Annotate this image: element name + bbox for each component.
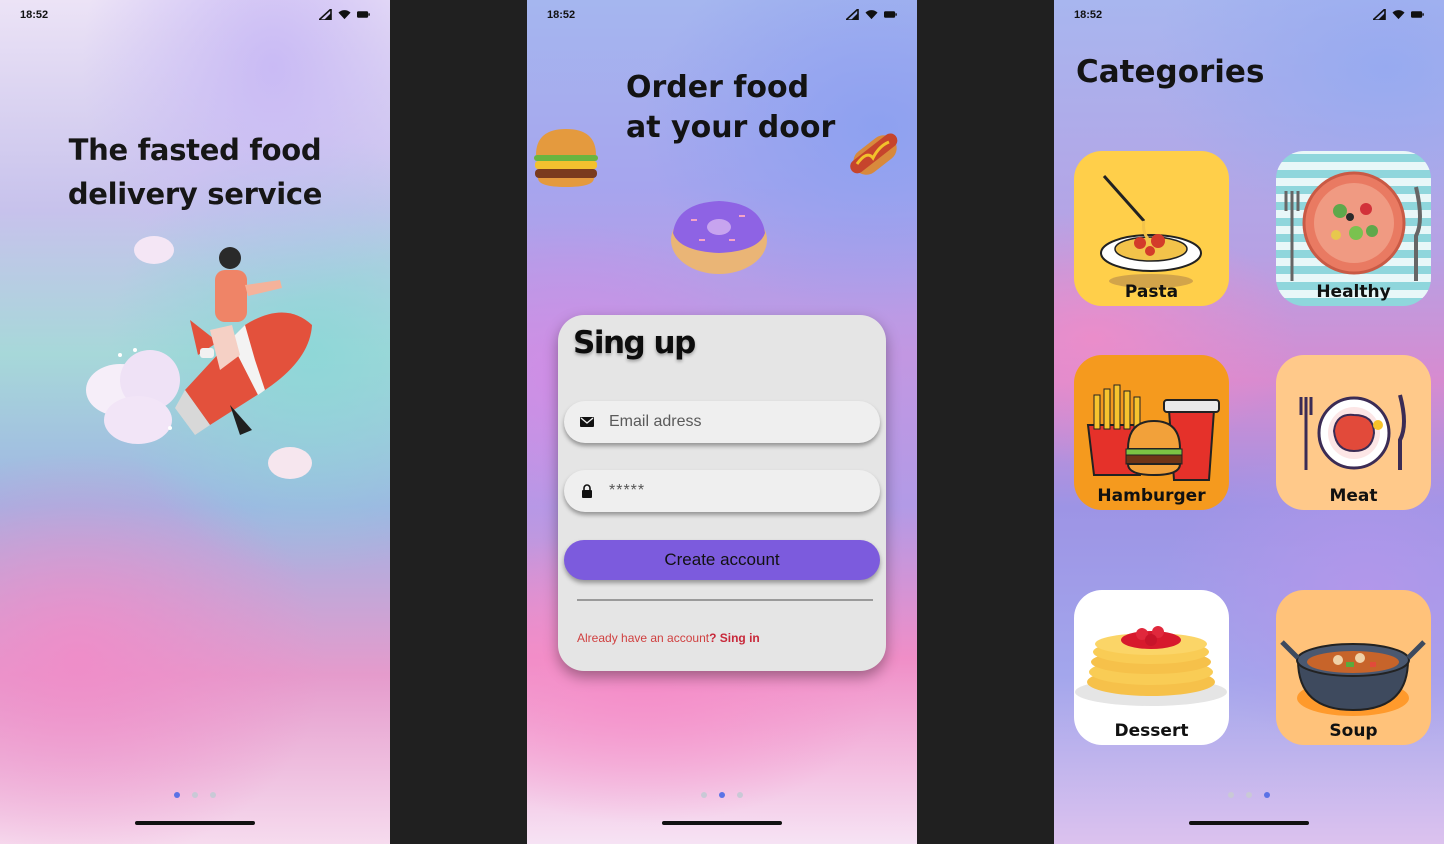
category-tile-dessert[interactable]: Dessert — [1074, 590, 1229, 745]
signin-link[interactable]: ? Sing in — [709, 631, 760, 645]
page-dot-3[interactable] — [210, 792, 216, 798]
page-dot-1[interactable] — [1228, 792, 1234, 798]
page-indicator — [527, 792, 917, 798]
category-tile-soup[interactable]: Soup — [1276, 590, 1431, 745]
burger-icon — [534, 129, 598, 187]
cellular-signal-icon — [1373, 9, 1386, 20]
page-dot-2[interactable] — [192, 792, 198, 798]
home-indicator[interactable] — [1189, 821, 1309, 825]
home-indicator[interactable] — [135, 821, 255, 825]
battery-icon — [357, 11, 370, 18]
email-field[interactable] — [564, 401, 880, 443]
create-account-button[interactable]: Create account — [564, 540, 880, 580]
lock-icon — [582, 484, 592, 498]
status-bar: 18:52 — [527, 0, 917, 30]
signup-title: Sing up — [573, 325, 696, 361]
category-label: Pasta — [1124, 282, 1179, 302]
page-dot-2[interactable] — [1246, 792, 1252, 798]
mail-icon — [580, 417, 594, 427]
status-time: 18:52 — [20, 9, 49, 21]
battery-icon — [1411, 11, 1424, 18]
status-time: 18:52 — [547, 9, 576, 21]
page-dot-1[interactable] — [174, 792, 180, 798]
password-field[interactable] — [564, 470, 880, 512]
wifi-icon — [865, 10, 878, 20]
category-tile-pasta[interactable]: Pasta — [1074, 151, 1229, 306]
category-label: Hamburger — [1097, 486, 1206, 506]
wifi-icon — [338, 10, 351, 20]
category-tile-meat[interactable]: Meat — [1276, 355, 1431, 510]
donut-icon — [671, 201, 767, 274]
status-bar: 18:52 — [0, 0, 390, 30]
page-dot-1[interactable] — [701, 792, 707, 798]
onboarding-screen-1: 18:52 The fasted food delivery service — [0, 0, 390, 844]
signup-card: Sing up Create account Already have an a… — [558, 315, 886, 671]
cellular-signal-icon — [319, 9, 332, 20]
page-title: Categories — [1076, 54, 1265, 90]
password-input[interactable] — [609, 482, 849, 500]
category-tile-healthy[interactable]: Healthy — [1276, 151, 1431, 306]
category-label: Healthy — [1316, 282, 1391, 302]
rocket-delivery-illustration — [86, 236, 312, 479]
page-dot-2[interactable] — [719, 792, 725, 798]
home-indicator[interactable] — [662, 821, 782, 825]
wifi-icon — [1392, 10, 1405, 20]
status-bar: 18:52 — [1054, 0, 1444, 30]
email-input[interactable] — [609, 413, 849, 431]
page-title: Order food at your door — [626, 70, 836, 145]
category-tile-hamburger[interactable]: Hamburger — [1074, 355, 1229, 510]
signin-prompt: Already have an account? Sing in — [577, 631, 760, 645]
divider — [577, 599, 873, 601]
category-label: Meat — [1329, 486, 1378, 506]
page-indicator — [0, 792, 390, 798]
cellular-signal-icon — [846, 9, 859, 20]
page-dot-3[interactable] — [737, 792, 743, 798]
page-dot-3[interactable] — [1264, 792, 1270, 798]
category-label: Soup — [1329, 721, 1378, 741]
onboarding-screen-2: 18:52 Order food at your door Sing up Em… — [527, 0, 917, 844]
category-label: Dessert — [1114, 721, 1189, 741]
categories-screen: 18:52 Categories Pasta Healthy Hamburger… — [1054, 0, 1444, 844]
page-indicator — [1054, 792, 1444, 798]
page-title: The fasted food delivery service — [67, 133, 323, 211]
hotdog-icon — [850, 133, 898, 175]
status-time: 18:52 — [1074, 9, 1103, 21]
battery-icon — [884, 11, 897, 18]
